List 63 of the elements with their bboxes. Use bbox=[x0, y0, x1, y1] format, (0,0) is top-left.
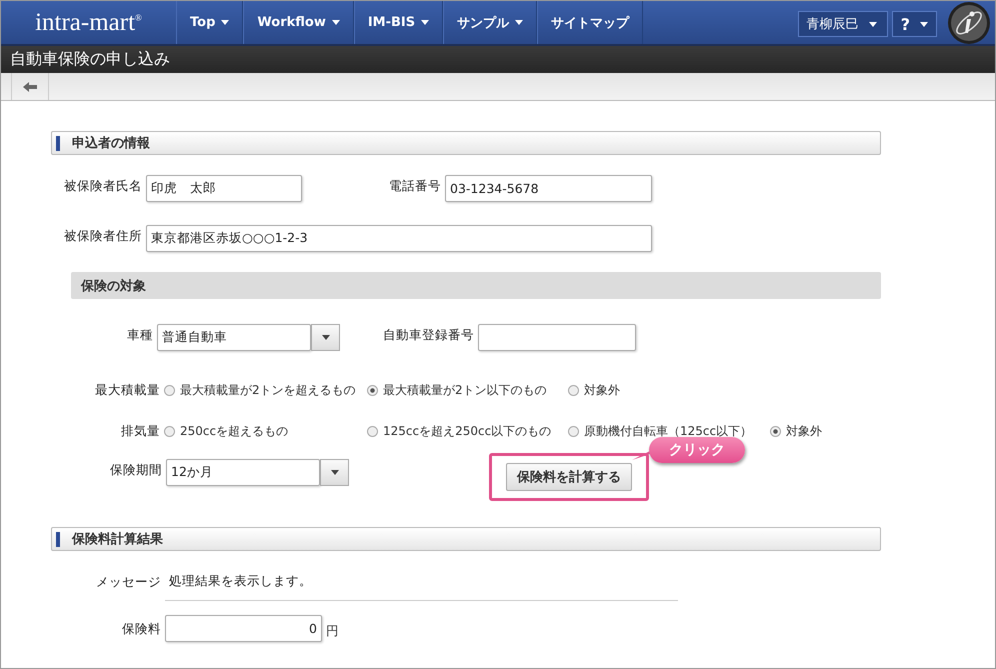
field-label: 被保険者住所 bbox=[63, 227, 143, 245]
radio-option[interactable]: 125ccを超え250cc以下のもの bbox=[367, 420, 568, 440]
help-menu[interactable]: ? bbox=[892, 11, 937, 37]
radio-label: 最大積載量が2トン以下のもの bbox=[383, 382, 547, 399]
calculate-button[interactable]: 保険料を計算する bbox=[506, 463, 632, 491]
radio-label: 対象外 bbox=[584, 382, 620, 399]
caret-icon bbox=[920, 22, 928, 26]
radio-option[interactable]: 原動機付自転車（125cc以下） bbox=[568, 420, 770, 440]
field-label: 保険期間 bbox=[109, 461, 163, 479]
radio-button[interactable] bbox=[568, 426, 579, 437]
input-field[interactable] bbox=[478, 324, 636, 351]
radio-option[interactable]: 対象外 bbox=[568, 379, 770, 399]
radio-button[interactable] bbox=[568, 385, 579, 396]
radio-label: 125ccを超え250cc以下のもの bbox=[383, 423, 552, 440]
back-button[interactable] bbox=[11, 73, 49, 100]
menu-item[interactable]: Top bbox=[176, 1, 244, 44]
field-label: 電話番号 bbox=[388, 177, 442, 195]
radio-option[interactable]: 250ccを超えるもの bbox=[164, 420, 367, 440]
radio-button[interactable] bbox=[367, 426, 378, 437]
section-header: 申込者の情報 bbox=[51, 131, 881, 155]
input-field[interactable]: 03-1234-5678 bbox=[445, 175, 652, 202]
back-arrow-icon bbox=[23, 82, 37, 92]
input-field[interactable]: 印虎 太郎 bbox=[146, 175, 302, 202]
menu-item[interactable]: Workflow bbox=[243, 1, 354, 44]
section-header: 保険料計算結果 bbox=[51, 527, 881, 551]
radio-label: 原動機付自転車（125cc以下） bbox=[584, 423, 752, 440]
caret-icon bbox=[330, 470, 338, 475]
radio-option[interactable]: 対象外 bbox=[770, 420, 850, 440]
field-label: 自動車登録番号 bbox=[382, 326, 475, 344]
section-header: 保険の対象 bbox=[71, 272, 881, 299]
radio-label: 対象外 bbox=[786, 423, 822, 440]
dropdown-button[interactable] bbox=[311, 324, 340, 351]
dropdown-button[interactable] bbox=[320, 459, 349, 486]
radio-button[interactable] bbox=[164, 426, 175, 437]
radio-button[interactable] bbox=[770, 426, 781, 437]
caret-icon bbox=[322, 335, 330, 340]
field-label: 排気量 bbox=[120, 422, 161, 440]
input-field[interactable]: 東京都港区赤坂○○○1-2-3 bbox=[146, 225, 652, 252]
user-menu[interactable]: 青柳辰巳 bbox=[798, 11, 888, 37]
radio-button[interactable] bbox=[164, 385, 175, 396]
radio-label: 最大積載量が2トンを超えるもの bbox=[180, 382, 356, 399]
radio-option[interactable]: 最大積載量が2トン以下のもの bbox=[367, 379, 568, 399]
menu-item[interactable]: IM-BIS bbox=[354, 1, 444, 44]
field-label: メッセージ bbox=[95, 573, 162, 591]
logo[interactable]: intra-mart$^{®}$ bbox=[1, 1, 176, 44]
callout: クリック bbox=[649, 437, 745, 463]
radio-option[interactable]: 最大積載量が2トンを超えるもの bbox=[164, 379, 367, 399]
info-logo-icon[interactable] bbox=[947, 1, 991, 45]
select-field[interactable]: 普通自動車 bbox=[157, 324, 311, 351]
caret-icon bbox=[868, 22, 877, 26]
field-label: 車種 bbox=[126, 326, 154, 344]
field-label: 保険料 bbox=[121, 620, 162, 638]
radio-label: 250ccを超えるもの bbox=[180, 423, 288, 440]
message-text: 処理結果を表示します。 bbox=[165, 571, 678, 601]
field-label: 最大積載量 bbox=[94, 381, 161, 399]
select-field[interactable]: 12か月 bbox=[166, 459, 320, 486]
radio-button[interactable] bbox=[367, 385, 378, 396]
input-field[interactable]: 0 bbox=[165, 615, 322, 642]
field-label: 被保険者氏名 bbox=[63, 177, 143, 195]
menu-item[interactable]: サンプル bbox=[443, 1, 538, 44]
page-title: 自動車保険の申し込み bbox=[1, 46, 995, 73]
menu-item[interactable]: サイトマップ bbox=[537, 1, 644, 44]
unit-label: 円 bbox=[325, 622, 339, 640]
